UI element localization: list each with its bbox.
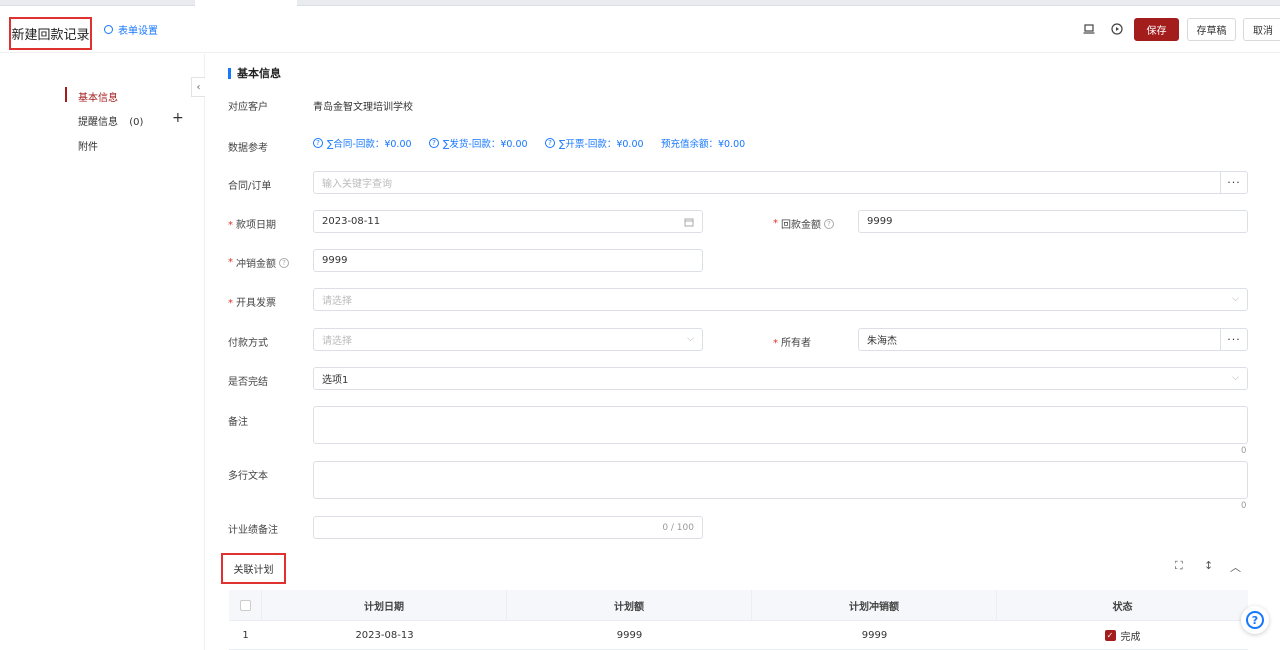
invoice-placeholder: 请选择 bbox=[322, 296, 352, 307]
remark-label: 备注 bbox=[228, 417, 248, 428]
resize-vertical-icon[interactable]: ↕ bbox=[1204, 559, 1213, 572]
date-label: * 款项日期 bbox=[228, 220, 276, 231]
reminder-count: (0) bbox=[129, 117, 144, 128]
amount-label: * 回款金额? bbox=[773, 216, 834, 231]
contract-placeholder: 输入关键字查询 bbox=[322, 179, 392, 190]
chevron-down-icon: ⌵ bbox=[687, 334, 694, 344]
help-button[interactable]: ? bbox=[1241, 606, 1269, 634]
ref-contract[interactable]: ? ∑合同-回款：¥0.00 bbox=[313, 136, 412, 150]
fullscreen-icon[interactable]: ⛶ bbox=[1175, 559, 1183, 573]
cancel-button[interactable]: 取消 bbox=[1243, 18, 1280, 41]
save-draft-button[interactable]: 存草稿 bbox=[1187, 18, 1236, 41]
question-icon: ? bbox=[1246, 611, 1264, 629]
gear-icon bbox=[104, 25, 113, 34]
help-icon: ? bbox=[313, 138, 323, 148]
perf-remark-counter: 0 / 100 bbox=[662, 523, 694, 533]
help-icon: ? bbox=[545, 138, 555, 148]
finished-label: 是否完结 bbox=[228, 377, 268, 388]
multiline-counter: 0 bbox=[1241, 501, 1247, 511]
collapse-sidebar-button[interactable]: ‹ bbox=[191, 77, 205, 97]
offset-input[interactable]: 9999 bbox=[313, 249, 703, 272]
plan-date-cell: 2023-08-13 bbox=[355, 629, 414, 641]
data-ref-label: 数据参考 bbox=[228, 143, 268, 154]
more-icon[interactable]: ··· bbox=[1220, 329, 1247, 350]
ref-shipment-text: ∑发货-回款：¥0.00 bbox=[443, 139, 528, 150]
ref-shipment[interactable]: ? ∑发货-回款：¥0.00 bbox=[429, 136, 528, 150]
section-title-bar bbox=[228, 67, 231, 79]
sidebar-active-indicator bbox=[65, 87, 67, 102]
sidebar-item-attachment[interactable]: 附件 bbox=[78, 138, 98, 153]
ref-contract-text: ∑合同-回款：¥0.00 bbox=[327, 139, 412, 150]
form-settings-label: 表单设置 bbox=[118, 26, 158, 37]
more-icon[interactable]: ··· bbox=[1220, 172, 1247, 193]
row-index: 1 bbox=[242, 629, 249, 641]
laptop-icon[interactable] bbox=[1083, 23, 1095, 35]
add-reminder-icon[interactable]: + bbox=[172, 110, 184, 126]
plan-offset-cell: 9999 bbox=[861, 629, 888, 641]
help-icon: ? bbox=[824, 218, 834, 229]
customer-label: 对应客户 bbox=[228, 102, 268, 113]
column-header[interactable]: 计划额 bbox=[507, 590, 752, 620]
date-input[interactable]: 2023-08-11 bbox=[313, 210, 703, 233]
column-header[interactable]: 计划日期 bbox=[262, 590, 507, 620]
contract-search-input[interactable]: 输入关键字查询 ··· bbox=[313, 171, 1248, 194]
sidebar-item-basic-info[interactable]: 基本信息 bbox=[78, 89, 118, 104]
chevron-down-icon: ⌵ bbox=[1232, 294, 1239, 304]
select-all-cell bbox=[229, 590, 262, 620]
customer-value: 青岛金智文理培训学校 bbox=[313, 102, 413, 113]
payment-label: 付款方式 bbox=[228, 338, 268, 349]
finished-select[interactable]: 选项1 ⌵ bbox=[313, 367, 1248, 390]
related-plan-title: 关联计划 bbox=[221, 553, 286, 584]
save-button[interactable]: 保存 bbox=[1134, 18, 1179, 41]
status-checkbox[interactable]: ✓ bbox=[1104, 629, 1116, 641]
form-settings-link[interactable]: 表单设置 bbox=[104, 22, 158, 37]
perf-remark-input[interactable]: 0 / 100 bbox=[313, 516, 703, 539]
sidebar-item-label: 提醒信息 bbox=[78, 117, 118, 128]
offset-label: * 冲销金额? bbox=[228, 255, 289, 270]
owner-input[interactable]: 朱海杰 ··· bbox=[858, 328, 1248, 351]
plan-amount-cell: 9999 bbox=[616, 629, 643, 641]
column-header[interactable]: 状态 bbox=[997, 590, 1248, 620]
help-icon: ? bbox=[279, 257, 289, 268]
status-cell: ✓ 完成 bbox=[997, 621, 1248, 649]
ref-invoice[interactable]: ? ∑开票-回款：¥0.00 bbox=[545, 136, 644, 150]
remark-counter: 0 bbox=[1241, 446, 1247, 456]
perf-remark-label: 计业绩备注 bbox=[228, 525, 278, 536]
section-title-text: 基本信息 bbox=[237, 67, 281, 80]
ref-prepaid[interactable]: 预充值余额：¥0.00 bbox=[661, 136, 745, 150]
owner-value: 朱海杰 bbox=[867, 336, 897, 347]
page-title: 新建回款记录 bbox=[9, 17, 92, 50]
table-header: 计划日期 计划额 计划冲销额 状态 bbox=[229, 590, 1248, 621]
payment-placeholder: 请选择 bbox=[322, 336, 352, 347]
help-icon: ? bbox=[429, 138, 439, 148]
remark-textarea[interactable] bbox=[313, 406, 1248, 444]
status-label: 完成 bbox=[1120, 631, 1141, 643]
chevron-left-icon: ‹ bbox=[196, 81, 201, 93]
section-title: 基本信息 bbox=[228, 65, 281, 81]
ref-invoice-text: ∑开票-回款：¥0.00 bbox=[559, 139, 644, 150]
finished-value: 选项1 bbox=[322, 375, 349, 386]
invoice-label: * 开具发票 bbox=[228, 298, 276, 309]
chevron-down-icon: ⌵ bbox=[1232, 373, 1239, 383]
page-header: 新建回款记录 表单设置 保存 存草稿 取消 bbox=[0, 6, 1280, 53]
sidebar-item-reminder[interactable]: 提醒信息 (0) bbox=[78, 113, 143, 128]
multiline-textarea[interactable] bbox=[313, 461, 1248, 499]
multiline-label: 多行文本 bbox=[228, 471, 268, 482]
table-row[interactable]: 1 2023-08-13 9999 9999 ✓ 完成 bbox=[229, 621, 1248, 650]
amount-input[interactable]: 9999 bbox=[858, 210, 1248, 233]
owner-label: * 所有者 bbox=[773, 338, 811, 349]
date-value: 2023-08-11 bbox=[322, 216, 381, 227]
payment-select[interactable]: 请选择 ⌵ bbox=[313, 328, 703, 351]
calendar-icon bbox=[684, 218, 694, 227]
contract-label: 合同/订单 bbox=[228, 181, 272, 192]
play-circle-icon[interactable] bbox=[1111, 23, 1123, 35]
column-header[interactable]: 计划冲销额 bbox=[752, 590, 997, 620]
invoice-select[interactable]: 请选择 ⌵ bbox=[313, 288, 1248, 311]
sidebar bbox=[0, 54, 205, 650]
chevron-up-icon[interactable]: ︿ bbox=[1230, 559, 1241, 575]
select-all-checkbox[interactable] bbox=[239, 599, 251, 611]
